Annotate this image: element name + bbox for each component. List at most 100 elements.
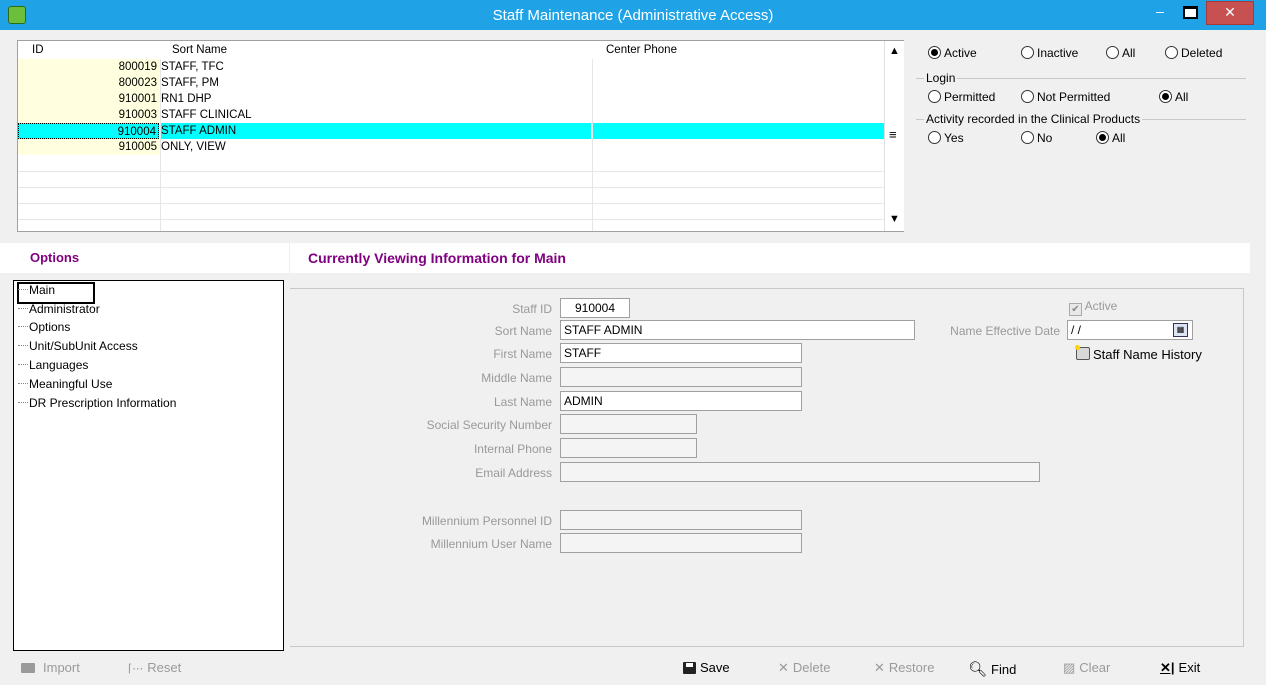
calendar-icon[interactable]: ▦ <box>1173 323 1188 337</box>
staff-grid[interactable]: ID Sort Name Center Phone 800019 STAFF, T… <box>17 40 904 232</box>
history-icon <box>1075 345 1090 360</box>
cell-center-phone <box>593 91 884 107</box>
cell-sort-name: STAFF ADMIN <box>161 123 591 139</box>
middle-name-field[interactable] <box>560 367 802 387</box>
exit-icon: ✕| <box>1160 660 1175 675</box>
millennium-user-field[interactable] <box>560 533 802 553</box>
reset-button[interactable]: ⌈⋯ Reset <box>128 660 181 675</box>
folder-icon <box>21 663 35 673</box>
table-row[interactable]: 910004 STAFF ADMIN <box>18 123 884 139</box>
sort-name-field[interactable]: STAFF ADMIN <box>560 320 915 340</box>
restore-button[interactable]: ✕ Restore <box>874 660 934 676</box>
table-row[interactable]: 800019 STAFF, TFC <box>18 59 884 75</box>
table-row[interactable]: 910005 ONLY, VIEW <box>18 139 884 155</box>
cell-center-phone <box>593 59 884 75</box>
exit-button[interactable]: ✕| Exit <box>1160 660 1200 676</box>
table-row[interactable]: 910001 RN1 DHP <box>18 91 884 107</box>
millennium-user-label: Millennium User Name <box>430 537 552 551</box>
millennium-id-label: Millennium Personnel ID <box>421 514 552 528</box>
radio-login-not-permitted[interactable]: Not Permitted <box>1021 90 1110 104</box>
column-header-sort-name[interactable]: Sort Name <box>172 44 227 56</box>
options-tree[interactable]: Main Administrator Options Unit/SubUnit … <box>13 280 284 651</box>
grid-line <box>18 219 884 220</box>
login-group-line <box>916 78 1246 79</box>
clear-button[interactable]: ▨ Clear <box>1063 660 1110 676</box>
tree-item-languages[interactable]: Languages <box>18 358 88 372</box>
checkmark-icon: ✔ <box>1069 303 1082 316</box>
last-name-field[interactable]: ADMIN <box>560 391 802 411</box>
email-field[interactable] <box>560 462 1040 482</box>
name-effective-date-field[interactable]: / / ▦ <box>1067 320 1193 340</box>
scroll-thumb-icon[interactable]: ≡ <box>889 127 897 142</box>
radio-selected-icon <box>928 46 941 59</box>
tree-item-main[interactable]: Main <box>18 283 55 297</box>
first-name-label: First Name <box>493 347 552 361</box>
radio-icon <box>1021 46 1034 59</box>
radio-status-active[interactable]: Active <box>928 46 977 60</box>
staff-id-label: Staff ID <box>512 302 552 316</box>
cell-id: 800023 <box>18 75 159 91</box>
maximize-icon <box>1182 6 1198 19</box>
cell-id: 910003 <box>18 107 159 123</box>
window-title: Staff Maintenance (Administrative Access… <box>492 7 774 24</box>
millennium-id-field[interactable] <box>560 510 802 530</box>
tree-item-dr-prescription-information[interactable]: DR Prescription Information <box>18 396 176 410</box>
maximize-button[interactable] <box>1176 1 1204 23</box>
options-title: Options <box>30 250 80 265</box>
save-icon <box>683 662 696 674</box>
internal-phone-field[interactable] <box>560 438 697 458</box>
tree-item-unit-subunit-access[interactable]: Unit/SubUnit Access <box>18 339 138 353</box>
active-checkbox[interactable]: ✔ Active <box>1069 299 1117 316</box>
staff-name-history-link[interactable]: Staff Name History <box>1075 345 1202 362</box>
radio-icon <box>928 131 941 144</box>
radio-status-all[interactable]: All <box>1106 46 1135 60</box>
scroll-up-icon[interactable]: ▲ <box>889 45 900 57</box>
import-button[interactable]: Import <box>21 660 80 675</box>
radio-selected-icon <box>1096 131 1109 144</box>
radio-icon <box>1021 131 1034 144</box>
table-row[interactable]: 800023 STAFF, PM <box>18 75 884 91</box>
column-header-id[interactable]: ID <box>32 44 44 56</box>
grid-line <box>18 187 884 188</box>
ssn-field[interactable] <box>560 414 697 434</box>
middle-name-label: Middle Name <box>481 371 552 385</box>
first-name-field[interactable]: STAFF <box>560 343 802 363</box>
radio-status-inactive[interactable]: Inactive <box>1021 46 1078 60</box>
search-icon: 🔍︎ <box>968 661 988 678</box>
cell-center-phone <box>593 107 884 123</box>
find-button[interactable]: 🔍︎ Find <box>968 660 1016 678</box>
cell-id: 910004 <box>18 123 159 139</box>
cell-sort-name: STAFF, TFC <box>161 61 224 73</box>
column-header-center-phone[interactable]: Center Phone <box>606 44 677 56</box>
sort-name-label: Sort Name <box>494 324 552 338</box>
radio-activity-no[interactable]: No <box>1021 131 1052 145</box>
tree-item-options[interactable]: Options <box>18 320 70 334</box>
close-button[interactable]: ✕ <box>1206 1 1254 25</box>
save-button[interactable]: Save <box>683 660 730 675</box>
clear-icon: ▨ <box>1063 660 1076 675</box>
radio-activity-yes[interactable]: Yes <box>928 131 964 145</box>
tree-item-meaningful-use[interactable]: Meaningful Use <box>18 377 112 391</box>
cell-sort-name: RN1 DHP <box>161 93 212 105</box>
restore-icon: ✕ <box>874 660 885 675</box>
cell-sort-name: ONLY, VIEW <box>161 141 226 153</box>
radio-status-deleted[interactable]: Deleted <box>1165 46 1222 60</box>
reset-icon: ⌈⋯ <box>128 663 144 675</box>
tree-item-administrator[interactable]: Administrator <box>18 302 100 316</box>
radio-login-permitted[interactable]: Permitted <box>928 90 995 104</box>
radio-icon <box>1165 46 1178 59</box>
staff-id-field[interactable]: 910004 <box>560 298 630 318</box>
delete-button[interactable]: ✕ Delete <box>778 660 830 676</box>
radio-activity-all[interactable]: All <box>1096 131 1125 145</box>
radio-icon <box>928 90 941 103</box>
grid-scrollbar[interactable]: ▲ ≡ ▼ <box>884 41 904 231</box>
scroll-down-icon[interactable]: ▼ <box>889 213 900 225</box>
cell-id: 910005 <box>18 139 159 155</box>
login-group-label: Login <box>924 71 958 85</box>
cell-center-phone <box>593 123 884 139</box>
table-row[interactable]: 910003 STAFF CLINICAL <box>18 107 884 123</box>
internal-phone-label: Internal Phone <box>473 442 552 456</box>
name-effective-date-label: Name Effective Date <box>950 324 1060 338</box>
minimize-button[interactable]: – <box>1146 1 1174 23</box>
radio-login-all[interactable]: All <box>1159 90 1188 104</box>
